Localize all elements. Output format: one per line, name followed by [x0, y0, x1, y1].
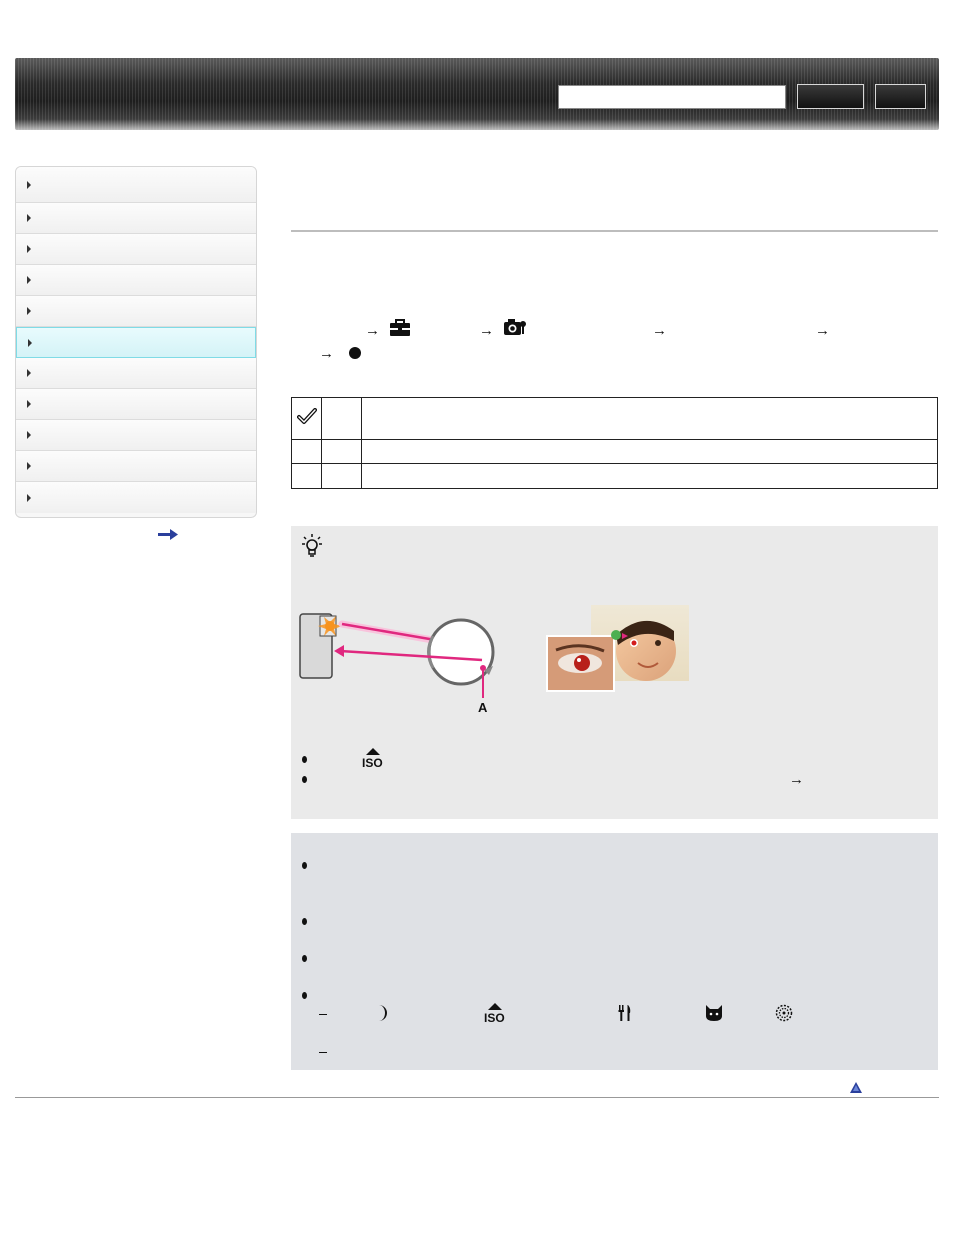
bullet [302, 776, 307, 783]
nav-arrow-icon [27, 307, 31, 315]
title-divider [291, 230, 938, 232]
bullet [302, 918, 307, 925]
back-to-top-icon[interactable] [849, 1081, 863, 1094]
diagram-label-a: A [478, 700, 488, 715]
nav-arrow-icon [27, 431, 31, 439]
nav-arrow-icon [27, 369, 31, 377]
step-arrow: → [815, 322, 830, 339]
nav-arrow-icon [27, 400, 31, 408]
step-arrow: → [789, 771, 804, 788]
search-button[interactable] [797, 84, 864, 109]
sidebar-item-9[interactable] [16, 420, 256, 451]
sidebar-item-7[interactable] [16, 358, 256, 389]
header-button[interactable] [875, 84, 926, 109]
sidebar-item-2[interactable] [16, 203, 256, 234]
table-row [291, 397, 938, 440]
table-cell-value [321, 397, 362, 440]
step-arrow: → [479, 322, 494, 339]
pet-cat-icon [706, 1005, 722, 1021]
table-cell-icon [291, 439, 322, 464]
high-sensitivity-iso-icon: ISO [484, 1003, 505, 1023]
center-button-icon [349, 347, 361, 359]
table-row [291, 439, 938, 464]
sidebar-item-5[interactable] [16, 296, 256, 327]
night-scene-moon-icon [379, 1005, 387, 1021]
dash [319, 1052, 327, 1053]
lightbulb-hint-icon [302, 534, 322, 557]
sidebar-item-11[interactable] [16, 482, 256, 513]
table-cell-icon [291, 463, 322, 489]
svg-text:ISO: ISO [362, 756, 383, 768]
footer-divider [15, 1097, 939, 1098]
nav-arrow-icon [27, 493, 31, 502]
svg-text:ISO: ISO [484, 1011, 505, 1023]
sidebar-item-6-active[interactable] [16, 327, 256, 358]
table-cell-value [321, 463, 362, 489]
sidebar-item-10[interactable] [16, 451, 256, 482]
sidebar-item-4[interactable] [16, 265, 256, 296]
fireworks-icon [775, 1004, 793, 1022]
page-title [291, 190, 938, 220]
bullet [302, 862, 307, 869]
gourmet-fork-knife-icon [618, 1005, 631, 1021]
nav-arrow-icon [27, 276, 31, 284]
dash [319, 1014, 327, 1015]
sidebar-item-8[interactable] [16, 389, 256, 420]
bullet [302, 756, 307, 763]
intro-text [291, 262, 938, 282]
high-sensitivity-iso-icon: ISO [362, 748, 383, 768]
settings-table [291, 397, 938, 489]
sidebar-item-1[interactable] [16, 167, 256, 203]
table-cell-description [361, 397, 938, 440]
toolbox-icon [390, 319, 410, 336]
sidebar-item-3[interactable] [16, 234, 256, 265]
nav-arrow-icon [27, 462, 31, 470]
red-eye-photo-example [546, 605, 689, 692]
step-arrow: → [365, 322, 380, 339]
search-input[interactable] [558, 85, 786, 109]
camera-settings-icon [504, 319, 526, 335]
nav-arrow-icon [27, 245, 31, 253]
more-arrow-icon[interactable] [158, 529, 178, 541]
checkmark-icon [296, 408, 317, 424]
sidebar [15, 166, 257, 518]
table-cell-description [361, 439, 938, 464]
table-cell-icon [291, 397, 322, 440]
notes-box [291, 833, 938, 1070]
step-arrow: → [319, 345, 334, 362]
step-arrow: → [652, 322, 667, 339]
nav-arrow-icon [27, 214, 31, 222]
table-cell-description [361, 463, 938, 489]
bullet [302, 955, 307, 962]
table-cell-value [321, 439, 362, 464]
nav-arrow-icon [28, 338, 32, 347]
nav-arrow-icon [27, 180, 31, 189]
red-eye-diagram: A [299, 613, 495, 715]
table-row [291, 463, 938, 489]
bullet [302, 992, 307, 999]
